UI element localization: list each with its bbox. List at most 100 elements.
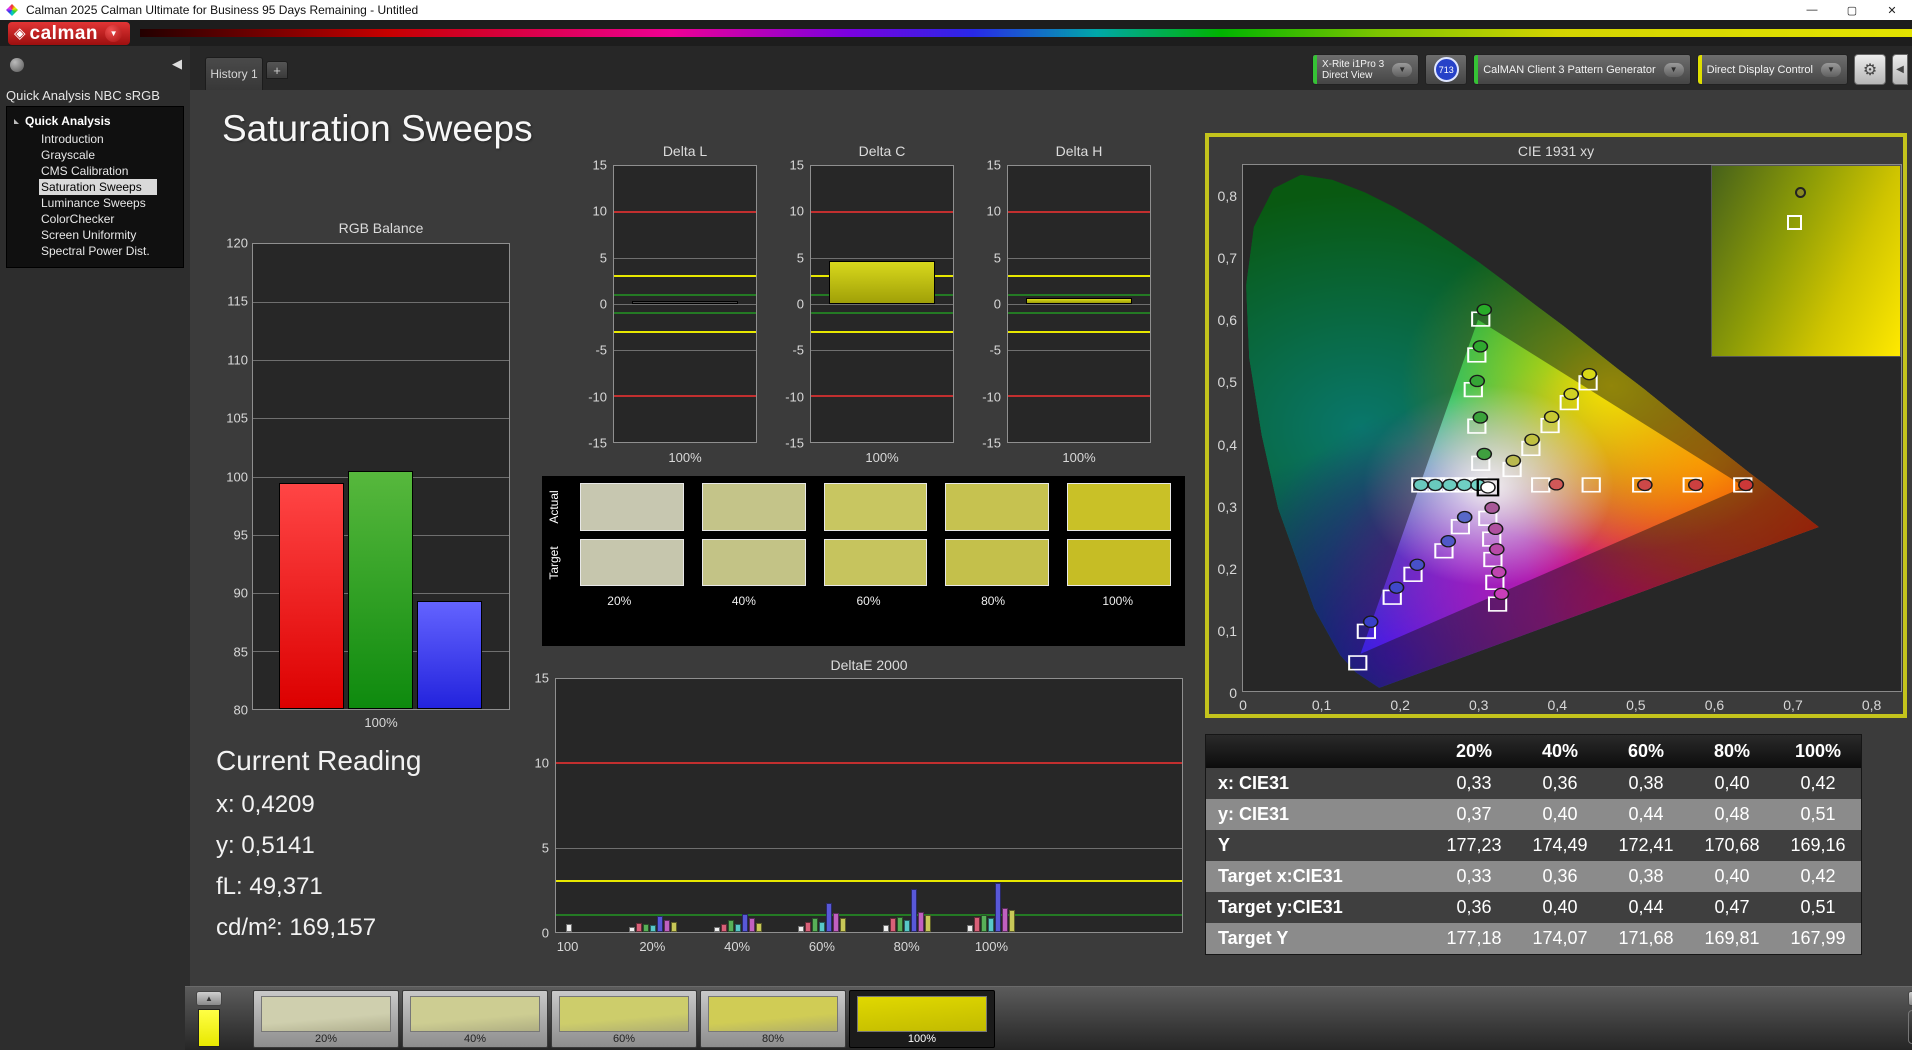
stop-measure-button[interactable] [1908, 1010, 1912, 1044]
chevron-down-icon[interactable]: ▼ [1821, 62, 1841, 77]
pattern-swatch [708, 996, 838, 1032]
pattern-button-100%[interactable]: 100% [849, 990, 995, 1048]
current-pattern-swatch[interactable] [198, 1009, 220, 1047]
chevron-down-icon[interactable]: ▼ [1392, 62, 1413, 77]
cie-ytick: 0,8 [1217, 188, 1237, 205]
device-bar: X-Rite i1Pro 3 Direct View ▼ 713 CalMAN … [1311, 54, 1908, 85]
cie-measured-point [1543, 410, 1560, 424]
meter-dropdown[interactable]: X-Rite i1Pro 3 Direct View ▼ [1311, 54, 1420, 85]
tab-history-1[interactable]: History 1 [205, 57, 263, 90]
table-cell: 0,40 [1714, 866, 1750, 886]
minimize-button[interactable]: — [1792, 0, 1832, 20]
limit-line [614, 275, 756, 278]
tree-root-quick-analysis[interactable]: Quick Analysis [7, 111, 183, 131]
pattern-button-40%[interactable]: 40% [402, 990, 548, 1048]
cie-measured-point [1456, 510, 1473, 524]
pattern-expand-button[interactable]: ▲ [196, 991, 222, 1006]
gridline [556, 847, 1182, 849]
sidebar-item-spectral-power-dist-[interactable]: Spectral Power Dist. [7, 243, 183, 259]
deltae-bar [967, 925, 974, 932]
transport-expand-button[interactable]: ▲ [1908, 991, 1912, 1006]
settings-gear-button[interactable]: ⚙ [1854, 54, 1886, 85]
calman-logo[interactable]: ◈ calman ▼ [8, 21, 131, 45]
table-cell: 170,68 [1704, 835, 1760, 855]
window-title: Calman 2025 Calman Ultimate for Business… [26, 3, 419, 17]
rainbow-strip [140, 29, 1912, 37]
deltae-xaxis-label: 100% [974, 939, 1009, 954]
cie-xtick: 0,2 [1390, 697, 1410, 713]
table-row: y: CIE31 0,37 0,40 0,44 0,48 0,51 [1206, 799, 1861, 830]
cie-measured-point [1687, 478, 1704, 492]
deltae-bar [826, 903, 833, 932]
delta-bar [829, 260, 935, 304]
cie-measured-point [1487, 522, 1504, 536]
deltae-bar [671, 921, 678, 932]
deltae-ytick: 5 [541, 840, 549, 856]
cie-xtick: 0,4 [1547, 697, 1568, 713]
meter-count-button[interactable]: 713 [1425, 54, 1468, 85]
sidebar-item-cms-calibration[interactable]: CMS Calibration [7, 163, 183, 179]
cie-measured-point [1488, 543, 1505, 556]
cie-xtick: 0,3 [1468, 697, 1489, 713]
gridline [1008, 350, 1150, 351]
gridline [253, 302, 509, 304]
table-cell: 0,48 [1714, 804, 1750, 824]
add-tab-button[interactable]: + [266, 61, 288, 79]
cie-1931-panel[interactable]: CIE 1931 xy 0,8 0,7 0,6 0,5 0,4 0,3 0,2 … [1205, 133, 1907, 718]
deltae-bar [664, 920, 671, 932]
main-menu-dropdown-icon[interactable]: ▼ [105, 24, 123, 42]
deltae-group [882, 888, 931, 932]
rgb-bar-red [279, 483, 344, 709]
delta-chart-delta-h [1007, 165, 1151, 443]
current-reading-value: x: 0,4209 [216, 791, 315, 818]
deltae-xaxis-label: 40% [724, 939, 751, 954]
sidebar-item-introduction[interactable]: Introduction [7, 131, 183, 147]
sidebar-item-grayscale[interactable]: Grayscale [7, 147, 183, 163]
delta-chart-title: Delta C [858, 143, 906, 159]
table-cell: 169,16 [1790, 835, 1846, 855]
pattern-button-60%[interactable]: 60% [551, 990, 697, 1048]
meter-status-bar [1312, 55, 1317, 84]
delta-ytick: 5 [993, 250, 1001, 266]
pattern-generator-dropdown[interactable]: CalMAN Client 3 Pattern Generator ▼ [1473, 54, 1691, 85]
table-col-header: 60% [1627, 741, 1665, 761]
workflow-status-dot[interactable] [10, 58, 24, 72]
sidebar-item-saturation-sweeps[interactable]: Saturation Sweeps [39, 179, 157, 195]
swatch-col-label: 40% [731, 594, 756, 609]
sidebar-item-screen-uniformity[interactable]: Screen Uniformity [7, 227, 183, 243]
gridline [614, 350, 756, 351]
limit-line [1008, 293, 1150, 296]
sidebar-item-luminance-sweeps[interactable]: Luminance Sweeps [7, 195, 183, 211]
chevron-down-icon[interactable]: ▼ [1663, 62, 1684, 77]
deltae-bar [629, 926, 636, 932]
deltae-bar [734, 923, 741, 932]
rgb-balance-chart [252, 243, 510, 710]
display-control-dropdown[interactable]: Direct Display Control ▼ [1696, 54, 1848, 85]
cie-ytick: 0,6 [1217, 312, 1237, 329]
gridline [253, 360, 509, 362]
rgb-ytick: 105 [226, 410, 248, 426]
table-row-label: Target x:CIE31 [1218, 866, 1343, 886]
panel-collapse-button[interactable]: ◀ [1892, 54, 1908, 85]
actual-swatch [580, 483, 684, 531]
inset-measured-point [1794, 186, 1806, 198]
table-cell: 0,47 [1714, 897, 1750, 917]
maximize-button[interactable]: ▢ [1832, 0, 1872, 20]
pattern-button-20%[interactable]: 20% [253, 990, 399, 1048]
cie-measured-point [1493, 587, 1510, 601]
sidebar-collapse-icon[interactable]: ◀ [172, 56, 182, 72]
table-col-header: 40% [1541, 741, 1579, 761]
deltae-bar [819, 921, 826, 932]
deltae-bar [1009, 909, 1016, 932]
gridline [614, 258, 756, 259]
close-button[interactable]: ✕ [1872, 0, 1912, 20]
gridline [1008, 304, 1150, 305]
pattern-button-80%[interactable]: 80% [700, 990, 846, 1048]
deltae-xaxis-label: 80% [893, 939, 920, 954]
deltae-bar [798, 926, 805, 932]
actual-swatch [1067, 483, 1171, 531]
pattern-label: 60% [612, 1033, 636, 1045]
limit-line [614, 395, 756, 397]
sidebar-item-colorchecker[interactable]: ColorChecker [7, 211, 183, 227]
table-cell: 167,99 [1790, 928, 1846, 948]
